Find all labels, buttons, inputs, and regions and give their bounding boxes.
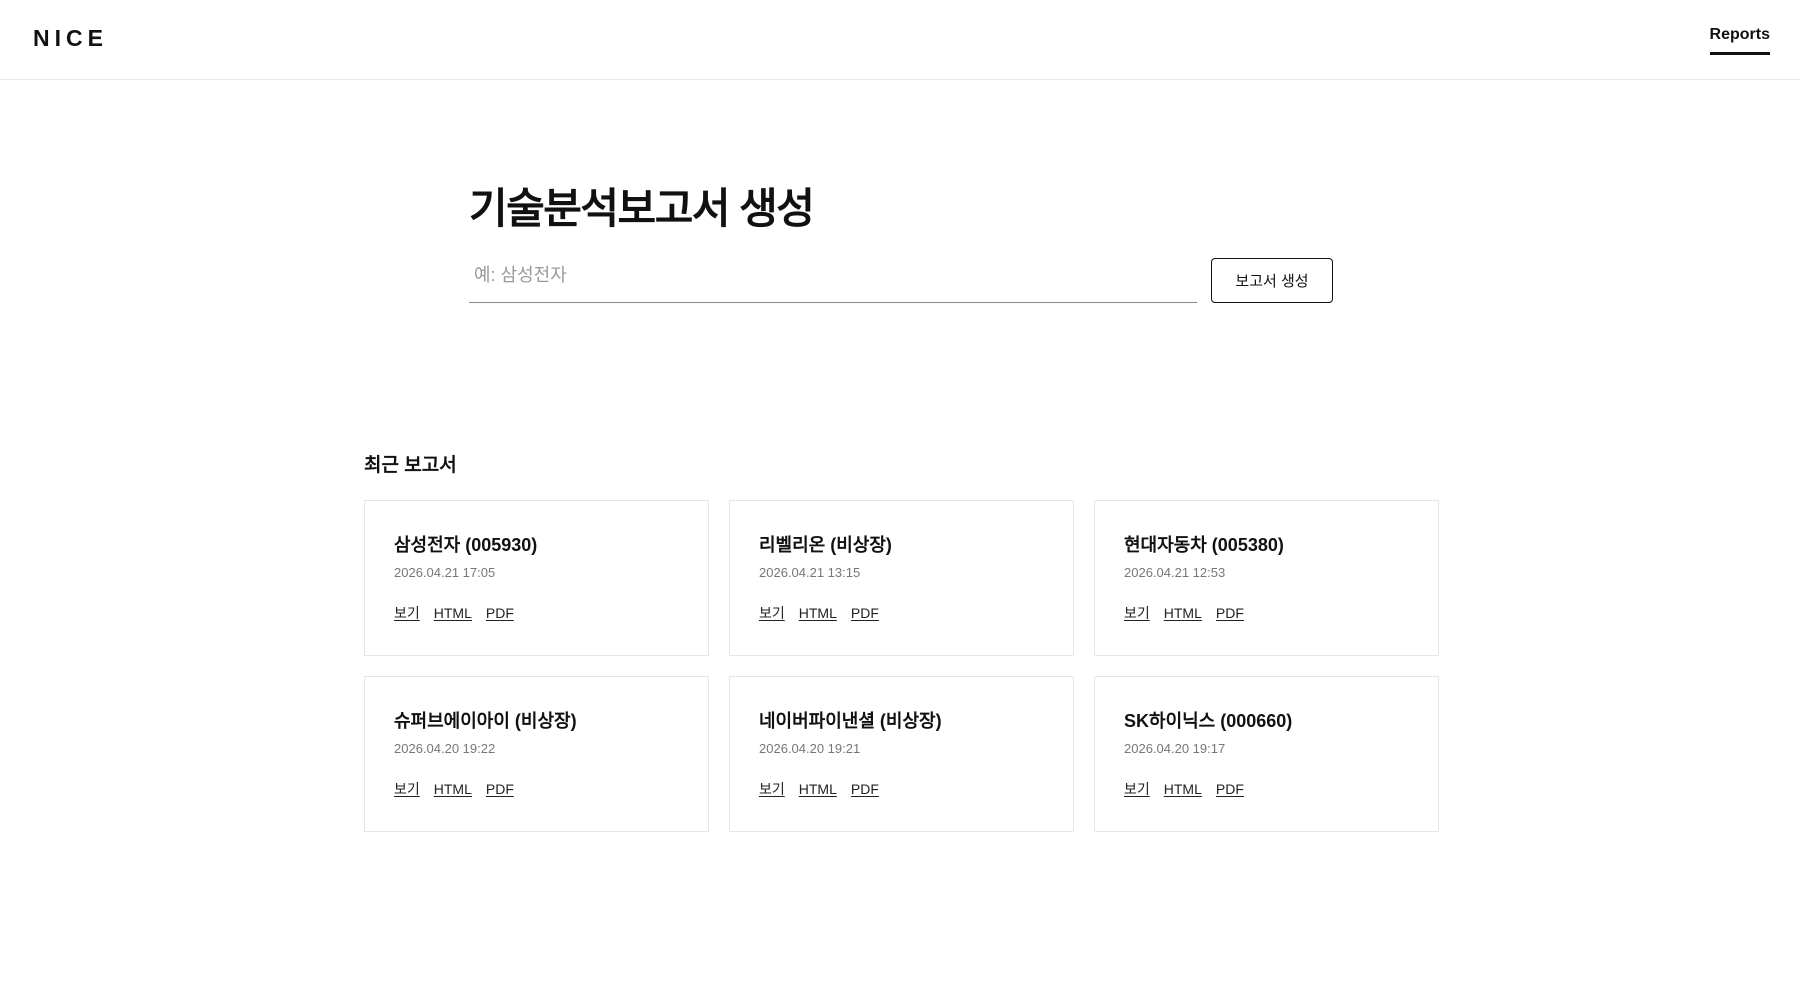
recent-reports-title: 최근 보고서 (364, 455, 457, 476)
report-card-links: 보기 HTML PDF (1124, 604, 1409, 622)
report-card-date: 2026.04.21 17:05 (394, 565, 496, 580)
report-card-title: 슈퍼브에이아이 (비상장) (394, 711, 577, 731)
report-card-title: SK하이닉스 (000660) (1124, 711, 1293, 731)
recent-reports-section: 최근 보고서 삼성전자 (005930) 2026.04.21 17:05 보기… (364, 454, 1439, 832)
report-card-date: 2026.04.20 19:22 (394, 741, 496, 756)
report-card-links: 보기 HTML PDF (759, 604, 1044, 622)
top-header: NICE Reports (0, 0, 1800, 80)
report-card-date: 2026.04.21 13:15 (759, 565, 861, 580)
create-report-section: 기술분석보고서 생성 보고서 생성 (469, 182, 1334, 306)
report-card-title: 삼성전자 (005930) (394, 535, 538, 555)
view-link[interactable]: 보기 (1124, 780, 1150, 798)
logo[interactable]: NICE (33, 25, 108, 52)
html-link[interactable]: HTML (434, 780, 472, 798)
html-link[interactable]: HTML (799, 780, 837, 798)
report-card-date: 2026.04.20 19:21 (759, 741, 861, 756)
html-link[interactable]: HTML (1164, 604, 1202, 622)
view-link[interactable]: 보기 (394, 604, 420, 622)
report-card: SK하이닉스 (000660) 2026.04.20 19:17 보기 HTML… (1094, 676, 1439, 832)
pdf-link[interactable]: PDF (851, 780, 879, 798)
report-card-title: 리벨리온 (비상장) (759, 535, 892, 555)
report-card: 현대자동차 (005380) 2026.04.21 12:53 보기 HTML … (1094, 500, 1439, 656)
html-link[interactable]: HTML (799, 604, 837, 622)
company-search-input[interactable] (469, 258, 1197, 303)
pdf-link[interactable]: PDF (851, 604, 879, 622)
report-card-date: 2026.04.21 12:53 (1124, 565, 1226, 580)
report-card: 리벨리온 (비상장) 2026.04.21 13:15 보기 HTML PDF (729, 500, 1074, 656)
report-card-grid: 삼성전자 (005930) 2026.04.21 17:05 보기 HTML P… (364, 500, 1439, 832)
html-link[interactable]: HTML (434, 604, 472, 622)
report-card-title: 네이버파이낸셜 (비상장) (759, 711, 942, 731)
report-card-links: 보기 HTML PDF (1124, 780, 1409, 798)
page-title: 기술분석보고서 생성 (469, 185, 815, 232)
pdf-link[interactable]: PDF (1216, 604, 1244, 622)
pdf-link[interactable]: PDF (1216, 780, 1244, 798)
create-row: 보고서 생성 (469, 258, 1334, 306)
report-card-links: 보기 HTML PDF (394, 780, 679, 798)
report-card-title: 현대자동차 (005380) (1124, 535, 1284, 555)
view-link[interactable]: 보기 (394, 780, 420, 798)
pdf-link[interactable]: PDF (486, 780, 514, 798)
nav-reports-link[interactable]: Reports (1709, 26, 1770, 55)
pdf-link[interactable]: PDF (486, 604, 514, 622)
report-card-links: 보기 HTML PDF (759, 780, 1044, 798)
report-card: 네이버파이낸셜 (비상장) 2026.04.20 19:21 보기 HTML P… (729, 676, 1074, 832)
report-card: 슈퍼브에이아이 (비상장) 2026.04.20 19:22 보기 HTML P… (364, 676, 709, 832)
view-link[interactable]: 보기 (759, 604, 785, 622)
html-link[interactable]: HTML (1164, 780, 1202, 798)
report-card: 삼성전자 (005930) 2026.04.21 17:05 보기 HTML P… (364, 500, 709, 656)
report-card-date: 2026.04.20 19:17 (1124, 741, 1226, 756)
report-card-links: 보기 HTML PDF (394, 604, 679, 622)
view-link[interactable]: 보기 (1124, 604, 1150, 622)
create-report-button[interactable]: 보고서 생성 (1211, 258, 1333, 303)
view-link[interactable]: 보기 (759, 780, 785, 798)
